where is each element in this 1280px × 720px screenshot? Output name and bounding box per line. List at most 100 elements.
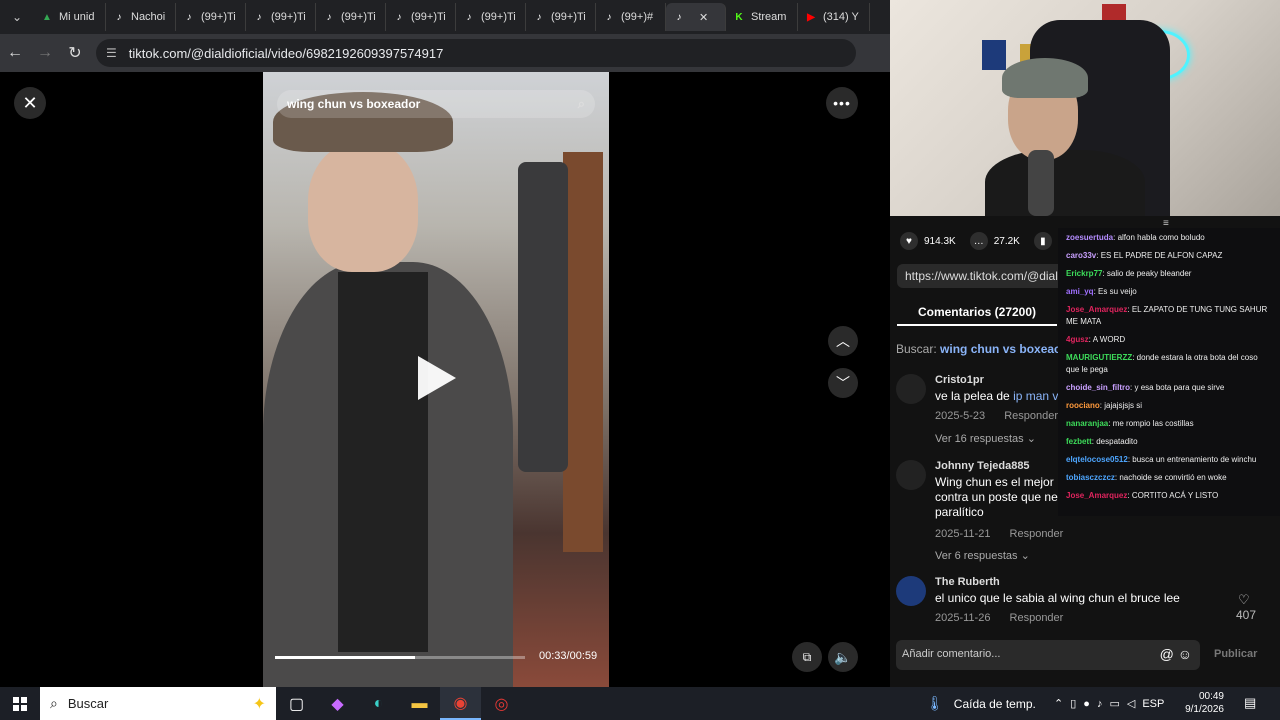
browser-tab[interactable]: ♪ Nachoi xyxy=(106,3,176,31)
chat-username[interactable]: MAURIGUTIERZZ xyxy=(1066,353,1132,362)
comment-link[interactable]: ip man v xyxy=(1013,389,1058,403)
next-video-button[interactable]: ﹀ xyxy=(828,368,858,398)
comment-search-suggestion[interactable]: Buscar: wing chun vs boxeac xyxy=(896,342,1061,356)
clock-time: 00:49 xyxy=(1198,691,1224,702)
chat-username[interactable]: roociano xyxy=(1066,401,1100,410)
bookmark-stat[interactable]: ▮ xyxy=(1033,232,1058,250)
chat-username[interactable]: fezbett xyxy=(1066,437,1092,446)
browser-tab[interactable]: ♪ (99+)# xyxy=(596,3,666,31)
comment-user[interactable]: The Ruberth xyxy=(935,576,1000,588)
chat-username[interactable]: choide_sin_filtro xyxy=(1066,383,1130,392)
tab-comments[interactable]: Comentarios (27200) xyxy=(897,298,1057,326)
copilot-icon[interactable]: ◆ xyxy=(317,687,358,720)
url-omnibox[interactable]: ☰ tiktok.com/@dialdioficial/video/698219… xyxy=(96,39,856,67)
chat-username[interactable]: nanaranjaa xyxy=(1066,419,1108,428)
tiktok-icon: ♪ xyxy=(466,11,472,23)
mention-and-emoji-icons[interactable]: @ ☺ xyxy=(1160,646,1192,662)
tab-label: (99+)Ti xyxy=(481,11,516,23)
reply-button[interactable]: Responder xyxy=(1004,410,1058,422)
tab-bar: ⌄ ▲ Mi unid ♪ Nachoi ♪ (99+)Ti ♪ (99+)Ti ♪ (99+)T… xyxy=(0,0,890,34)
chat-username[interactable]: caro33v xyxy=(1066,251,1096,260)
avatar[interactable] xyxy=(896,460,926,490)
task-view-icon[interactable]: ▢ xyxy=(276,687,317,720)
drive-icon: ▲ xyxy=(42,11,52,23)
browser-tab[interactable]: ♪ (99+)Ti xyxy=(246,3,316,31)
chevron-up-icon[interactable]: ⌃ xyxy=(1054,697,1063,710)
browser-tab[interactable]: ♪ (99+)Ti xyxy=(456,3,526,31)
taskbar-search[interactable]: ⌕ Buscar ✦ xyxy=(40,687,276,720)
search-icon[interactable]: ⌕ xyxy=(578,96,585,112)
comment-user[interactable]: Cristo1pr xyxy=(935,374,984,386)
wall-poster xyxy=(982,40,1006,70)
play-icon[interactable] xyxy=(418,356,456,400)
miniplayer-button[interactable]: ⧉ xyxy=(792,642,822,672)
browser-tab[interactable]: K Stream xyxy=(726,3,798,31)
chat-username[interactable]: ami_yq xyxy=(1066,287,1094,296)
browser-tab[interactable]: ▶ (314) Y xyxy=(798,3,870,31)
view-replies-button[interactable]: Ver 16 respuestas ⌄ xyxy=(935,432,1036,445)
chrome-icon[interactable]: ◉ xyxy=(440,687,481,720)
chat-username[interactable]: Jose_Amarquez xyxy=(1066,491,1127,500)
chat-message: tobiasczczcz: nachoide se convirtió en w… xyxy=(1066,473,1227,482)
video-search-bar[interactable]: wing chun vs boxeador ⌕ xyxy=(277,90,595,118)
browser-tab[interactable]: ▲ Mi unid xyxy=(34,3,106,31)
wooden-board xyxy=(563,152,603,552)
device-icon[interactable]: ▯ xyxy=(1070,697,1076,710)
like-stat[interactable]: ♥ 914.3K xyxy=(900,232,956,250)
chat-username[interactable]: elqtelocose0512 xyxy=(1066,455,1128,464)
like-comment-icon[interactable]: ♡ xyxy=(1238,592,1250,608)
chat-username[interactable]: Jose_Amarquez xyxy=(1066,305,1127,314)
site-info-icon[interactable]: ☰ xyxy=(106,46,117,60)
chat-message: Erickrp77: salio de peaky bleander xyxy=(1066,269,1192,278)
network-icon[interactable]: ▭ xyxy=(1109,697,1119,710)
comment-user[interactable]: Johnny Tejeda885 xyxy=(935,460,1030,472)
share-url-field[interactable]: https://www.tiktok.com/@dialdi xyxy=(897,264,1067,288)
microphone-icon[interactable]: ● xyxy=(1083,698,1090,710)
chat-message: Jose_Amarquez: CORTITO ACÁ Y LISTO xyxy=(1066,491,1219,500)
volume-icon[interactable]: ♪ xyxy=(1097,698,1103,710)
avatar[interactable] xyxy=(896,576,926,606)
publish-button[interactable]: Publicar xyxy=(1214,648,1257,660)
notification-icon[interactable]: ▤ xyxy=(1244,695,1256,711)
reply-button[interactable]: Responder xyxy=(1010,612,1064,624)
comment-meta: 2025-11-26 Responder xyxy=(935,612,1079,624)
speaker-icon[interactable]: ◁ xyxy=(1127,697,1135,710)
search-suggestion-link[interactable]: wing chun vs boxeac xyxy=(940,342,1061,356)
comment-date: 2025-11-21 xyxy=(935,528,991,540)
chat-username[interactable]: 4gusz xyxy=(1066,335,1089,344)
tab-search-button[interactable]: ⌄ xyxy=(0,0,34,34)
volume-button[interactable]: 🔈 xyxy=(828,642,858,672)
browser-tab[interactable]: ♪ (99+)Ti xyxy=(316,3,386,31)
video-frame[interactable]: wing chun vs boxeador ⌕ 00:33/00:59 xyxy=(263,72,609,687)
browser-tab[interactable]: ♪ ✕ xyxy=(666,3,726,31)
chat-username[interactable]: zoesuertuda xyxy=(1066,233,1113,242)
reply-button[interactable]: Responder xyxy=(1010,528,1064,540)
comment-input[interactable]: Añadir comentario... @ ☺ xyxy=(896,640,1200,670)
view-replies-button[interactable]: Ver 6 respuestas ⌄ xyxy=(935,549,1030,562)
microphone xyxy=(1028,150,1054,216)
chat-username[interactable]: tobiasczczcz xyxy=(1066,473,1115,482)
close-tab-icon[interactable]: ✕ xyxy=(699,11,708,24)
edge-icon[interactable]: ◐ xyxy=(358,687,399,720)
reload-button[interactable]: ↻ xyxy=(60,38,90,68)
browser-tab[interactable]: ♪ (99+)Ti xyxy=(526,3,596,31)
more-options-button[interactable]: ••• xyxy=(826,87,858,119)
clock[interactable]: 00:49 9/1/2026 xyxy=(1184,690,1224,716)
forward-button[interactable]: → xyxy=(30,38,60,68)
browser-tab[interactable]: ♪ (99+)Ti xyxy=(386,3,456,31)
close-button[interactable]: ✕ xyxy=(14,87,46,119)
tab-label: (99+)Ti xyxy=(551,11,586,23)
system-tray: ⌃ ▯ ● ♪ ▭ ◁ ESP xyxy=(1054,687,1171,720)
avatar[interactable] xyxy=(896,374,926,404)
previous-video-button[interactable]: ︿ xyxy=(828,326,858,356)
progress-bar[interactable] xyxy=(275,656,525,659)
obs-icon[interactable]: ◎ xyxy=(481,687,522,720)
start-button[interactable] xyxy=(0,687,40,720)
chat-username[interactable]: Erickrp77 xyxy=(1066,269,1102,278)
comment-stat[interactable]: … 27.2K xyxy=(969,232,1020,250)
back-button[interactable]: ← xyxy=(0,38,30,68)
browser-tab[interactable]: ♪ (99+)Ti xyxy=(176,3,246,31)
weather-widget[interactable]: 🌡 Caída de temp. xyxy=(926,687,1036,720)
file-explorer-icon[interactable]: ▬ xyxy=(399,687,440,720)
language-indicator[interactable]: ESP xyxy=(1142,698,1164,710)
